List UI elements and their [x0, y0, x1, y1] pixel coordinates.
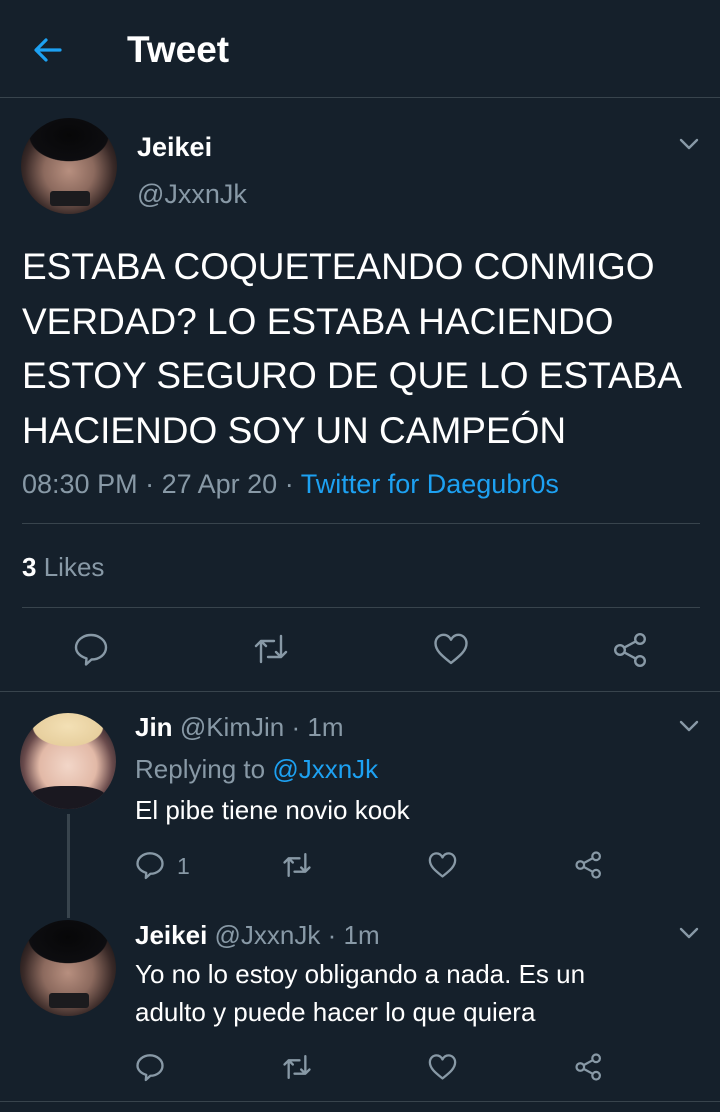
retweet-icon[interactable] [280, 1052, 314, 1082]
reply-time: 1m [343, 920, 380, 950]
page-title: Tweet [127, 29, 230, 70]
divider [22, 607, 700, 608]
reply-time: 1m [307, 712, 344, 742]
share-icon[interactable] [612, 631, 650, 669]
reply-text: El pibe tiene novio kook [135, 795, 410, 825]
share-icon[interactable] [574, 850, 604, 880]
author-handle[interactable]: @KimJin [180, 712, 284, 742]
arrow-left-icon[interactable] [30, 32, 66, 68]
meta-separator: · [145, 469, 155, 499]
divider [0, 691, 720, 692]
reply-icon[interactable] [135, 1052, 165, 1082]
reply-text: Yo no lo estoy obligando a nada. Es un a… [135, 959, 586, 1027]
avatar[interactable] [20, 713, 116, 809]
reply-count: 1 [177, 853, 190, 879]
tweet-meta: 08:30 PM · 27 Apr 20 · Twitter for Daegu… [22, 466, 559, 502]
divider [0, 1101, 720, 1102]
tweet-time: 08:30 PM [22, 469, 138, 499]
reply-icon[interactable] [135, 850, 165, 880]
author-name[interactable]: Jin [135, 712, 173, 742]
meta-separator: · [284, 469, 294, 499]
heart-icon[interactable] [432, 631, 470, 667]
retweet-icon[interactable] [251, 631, 291, 667]
tweet-date: 27 Apr 20 [161, 469, 278, 499]
reply-header: Jeikei @JxxnJk · 1m [135, 918, 380, 952]
avatar[interactable] [21, 118, 117, 214]
reply-icon[interactable] [73, 631, 109, 667]
author-handle[interactable]: @JxxnJk [137, 177, 247, 211]
app-header: Tweet [0, 0, 720, 98]
thread-connector [67, 814, 70, 918]
heart-icon[interactable] [427, 1052, 458, 1082]
author-name[interactable]: Jeikei [137, 130, 212, 164]
replying-to-handle[interactable]: @JxxnJk [272, 754, 378, 784]
divider [22, 523, 700, 524]
reply-header: Jin @KimJin · 1m [135, 710, 343, 744]
tweet-source-link[interactable]: Twitter for Daegubr0s [301, 469, 559, 499]
chevron-down-icon[interactable] [678, 922, 700, 944]
replying-to-label: Replying to [135, 754, 266, 784]
likes-label: Likes [43, 552, 105, 582]
heart-icon[interactable] [427, 850, 458, 880]
likes-stat[interactable]: 3 Likes [22, 550, 104, 584]
author-handle[interactable]: @JxxnJk [215, 920, 321, 950]
likes-count: 3 [22, 552, 37, 582]
avatar[interactable] [20, 920, 116, 1016]
author-name[interactable]: Jeikei [135, 920, 207, 950]
share-icon[interactable] [574, 1052, 604, 1082]
chevron-down-icon[interactable] [678, 715, 700, 737]
tweet-text: ESTABA COQUETEANDO CONMIGO VERDAD? LO ES… [22, 246, 683, 451]
meta-separator: · [327, 920, 337, 950]
replying-to: Replying to @JxxnJk [135, 752, 378, 786]
retweet-icon[interactable] [280, 850, 314, 880]
meta-separator: · [291, 712, 301, 742]
chevron-down-icon[interactable] [678, 133, 700, 155]
